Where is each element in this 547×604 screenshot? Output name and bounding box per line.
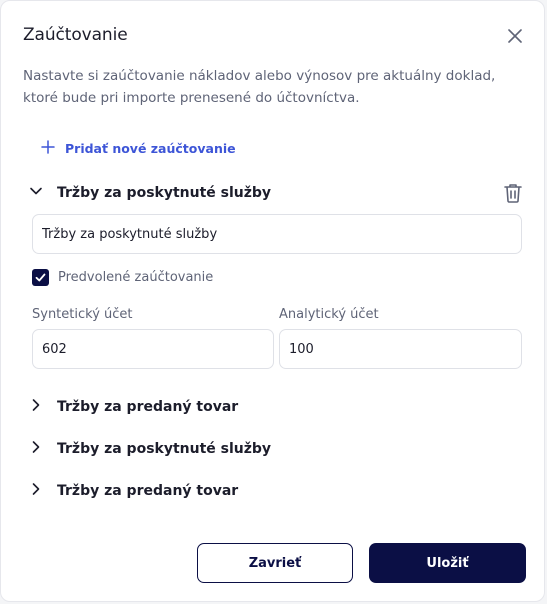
check-icon[interactable] [32, 269, 49, 286]
close-button[interactable]: Zavrieť [197, 543, 353, 583]
posting-name-input[interactable] [32, 214, 522, 254]
trash-icon[interactable] [501, 181, 525, 205]
chevron-right-icon [29, 481, 43, 500]
save-button[interactable]: Uložiť [369, 543, 526, 583]
synthetic-account-label: Syntetický účet [32, 307, 133, 322]
section-header-collapsed[interactable]: Tržby za poskytnuté služby [29, 439, 271, 458]
analytic-account-label: Analytický účet [279, 307, 379, 322]
default-posting-checkbox[interactable]: Predvolené zaúčtovanie [32, 269, 213, 286]
add-posting-label: Pridať nové zaúčtovanie [65, 141, 236, 156]
chevron-right-icon [29, 397, 43, 416]
chevron-down-icon [29, 183, 43, 202]
add-posting-link[interactable]: Pridať nové zaúčtovanie [41, 140, 236, 157]
section-header-collapsed[interactable]: Tržby za predaný tovar [29, 481, 238, 500]
dialog-description: Nastavte si zaúčtovanie nákladov alebo v… [23, 68, 496, 106]
synthetic-account-input[interactable] [32, 329, 274, 369]
posting-dialog: Zaúčtovanie Nastavte si zaúčtovanie nákl… [0, 0, 545, 602]
chevron-right-icon [29, 439, 43, 458]
section-title: Tržby za predaný tovar [57, 482, 239, 499]
default-posting-label: Predvolené zaúčtovanie [58, 270, 214, 285]
section-title: Tržby za poskytnuté služby [57, 440, 272, 457]
analytic-account-input[interactable] [279, 329, 522, 369]
section-title: Tržby za predaný tovar [57, 398, 239, 415]
section-header-expanded[interactable]: Tržby za poskytnuté služby [29, 183, 271, 202]
dialog-title: Zaúčtovanie [23, 25, 128, 45]
section-title: Tržby za poskytnuté služby [57, 184, 272, 201]
plus-icon [41, 140, 55, 157]
close-icon[interactable] [504, 25, 526, 47]
section-header-collapsed[interactable]: Tržby za predaný tovar [29, 397, 238, 416]
